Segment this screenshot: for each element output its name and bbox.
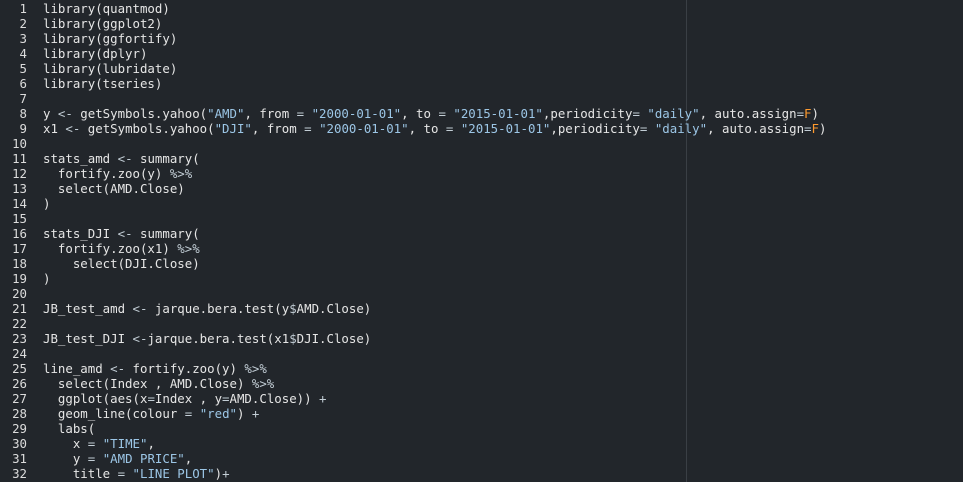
code-line[interactable]: 20 <box>0 286 963 301</box>
code-text[interactable] <box>27 136 43 151</box>
code-line[interactable]: 14) <box>0 196 963 211</box>
code-line[interactable]: 19) <box>0 271 963 286</box>
line-number: 13 <box>12 181 27 196</box>
line-number: 31 <box>12 451 27 466</box>
code-text[interactable]: stats_amd <- summary( <box>27 151 200 166</box>
code-editor[interactable]: 1 library(quantmod) 2 library(ggplot2) 3 libr… <box>0 0 963 482</box>
code-text[interactable]: library(dplyr) <box>27 46 147 61</box>
line-number: 14 <box>12 196 27 211</box>
line-number: 1 <box>19 1 27 16</box>
code-text[interactable]: labs( <box>27 421 95 436</box>
code-text[interactable] <box>27 91 43 106</box>
line-number: 10 <box>12 136 27 151</box>
code-line[interactable]: 24 <box>0 346 963 361</box>
code-text[interactable] <box>27 286 43 301</box>
line-number: 23 <box>12 331 27 346</box>
code-text[interactable]: JB_test_DJI <-jarque.bera.test(x1$DJI.Cl… <box>27 331 371 346</box>
code-line[interactable]: 8y <- getSymbols.yahoo("AMD", from = "20… <box>0 106 963 121</box>
line-number: 28 <box>12 406 27 421</box>
code-text[interactable]: library(ggfortify) <box>27 31 177 46</box>
code-line[interactable]: 10 <box>0 136 963 151</box>
code-text[interactable]: line_amd <- fortify.zoo(y) %>% <box>27 361 267 376</box>
line-number: 12 <box>12 166 27 181</box>
line-number: 26 <box>12 376 27 391</box>
line-number: 29 <box>12 421 27 436</box>
code-line[interactable]: 6 library(tseries) <box>0 76 963 91</box>
code-text[interactable]: ggplot(aes(x=Index , y=AMD.Close)) + <box>27 391 327 406</box>
code-text[interactable]: select(DJI.Close) <box>27 256 200 271</box>
code-line[interactable]: 22 <box>0 316 963 331</box>
code-line[interactable]: 25 line_amd <- fortify.zoo(y) %>% <box>0 361 963 376</box>
line-number: 7 <box>19 91 27 106</box>
code-line[interactable]: 30 x = "TIME", <box>0 436 963 451</box>
code-line[interactable]: 5 library(lubridate) <box>0 61 963 76</box>
line-number: 6 <box>19 76 27 91</box>
code-line[interactable]: 4 library(dplyr) <box>0 46 963 61</box>
code-line[interactable]: 27 ggplot(aes(x=Index , y=AMD.Close)) + <box>0 391 963 406</box>
code-text[interactable]: title = "LINE PLOT")+ <box>27 466 230 481</box>
code-text[interactable]: ) <box>27 196 50 211</box>
code-line[interactable]: 9 x1 <- getSymbols.yahoo("DJI", from = "2… <box>0 121 963 136</box>
line-number: 11 <box>12 151 27 166</box>
code-line[interactable]: 1 library(quantmod) <box>0 1 963 16</box>
line-number: 4 <box>19 46 27 61</box>
code-line[interactable]: 7 <box>0 91 963 106</box>
code-text[interactable]: stats_DJI <- summary( <box>27 226 200 241</box>
line-number: 15 <box>12 211 27 226</box>
code-text[interactable]: JB_test_amd <- jarque.bera.test(y$AMD.Cl… <box>27 301 371 316</box>
code-text[interactable]: x1 <- getSymbols.yahoo("DJI", from = "20… <box>27 121 826 136</box>
code-line[interactable]: 28 geom_line(colour = "red") + <box>0 406 963 421</box>
code-line[interactable]: 18 select(DJI.Close) <box>0 256 963 271</box>
line-number: 18 <box>12 256 27 271</box>
line-number: 9 <box>19 121 27 136</box>
code-line[interactable]: 17 fortify.zoo(x1) %>% <box>0 241 963 256</box>
code-line[interactable]: 16 stats_DJI <- summary( <box>0 226 963 241</box>
code-text[interactable]: library(tseries) <box>27 76 162 91</box>
code-line[interactable]: 12 fortify.zoo(y) %>% <box>0 166 963 181</box>
code-line[interactable]: 2 library(ggplot2) <box>0 16 963 31</box>
code-line[interactable]: 21 JB_test_amd <- jarque.bera.test(y$AMD.… <box>0 301 963 316</box>
line-number: 32 <box>12 466 27 481</box>
code-text[interactable]: fortify.zoo(x1) %>% <box>27 241 200 256</box>
code-text[interactable]: y <- getSymbols.yahoo("AMD", from = "200… <box>27 106 819 121</box>
line-number: 22 <box>12 316 27 331</box>
code-text[interactable]: library(ggplot2) <box>27 16 162 31</box>
code-text[interactable]: select(AMD.Close) <box>27 181 185 196</box>
code-text[interactable]: ) <box>27 271 50 286</box>
line-number: 3 <box>19 31 27 46</box>
code-text[interactable] <box>27 211 43 226</box>
code-lines[interactable]: 1 library(quantmod) 2 library(ggplot2) 3 libr… <box>0 1 963 481</box>
code-line[interactable]: 11 stats_amd <- summary( <box>0 151 963 166</box>
code-line[interactable]: 3 library(ggfortify) <box>0 31 963 46</box>
code-line[interactable]: 29 labs( <box>0 421 963 436</box>
code-text[interactable]: geom_line(colour = "red") + <box>27 406 259 421</box>
code-text[interactable]: select(Index , AMD.Close) %>% <box>27 376 274 391</box>
code-text[interactable]: fortify.zoo(y) %>% <box>27 166 192 181</box>
line-number: 24 <box>12 346 27 361</box>
code-line[interactable]: 13 select(AMD.Close) <box>0 181 963 196</box>
line-number: 17 <box>12 241 27 256</box>
line-number: 16 <box>12 226 27 241</box>
line-number: 27 <box>12 391 27 406</box>
code-text[interactable]: y = "AMD PRICE", <box>27 451 192 466</box>
code-line[interactable]: 31 y = "AMD PRICE", <box>0 451 963 466</box>
line-number: 19 <box>12 271 27 286</box>
code-text[interactable] <box>27 316 43 331</box>
line-number: 25 <box>12 361 27 376</box>
line-number: 21 <box>12 301 27 316</box>
code-text[interactable] <box>27 346 43 361</box>
code-line[interactable]: 26 select(Index , AMD.Close) %>% <box>0 376 963 391</box>
line-number: 5 <box>19 61 27 76</box>
code-line[interactable]: 23 JB_test_DJI <-jarque.bera.test(x1$DJI.… <box>0 331 963 346</box>
code-text[interactable]: library(quantmod) <box>27 1 170 16</box>
code-text[interactable]: x = "TIME", <box>27 436 155 451</box>
code-text[interactable]: library(lubridate) <box>27 61 177 76</box>
line-number: 2 <box>19 16 27 31</box>
line-number: 30 <box>12 436 27 451</box>
code-line[interactable]: 15 <box>0 211 963 226</box>
code-line[interactable]: 32 title = "LINE PLOT")+ <box>0 466 963 481</box>
line-number: 8 <box>19 106 27 121</box>
line-number: 20 <box>12 286 27 301</box>
